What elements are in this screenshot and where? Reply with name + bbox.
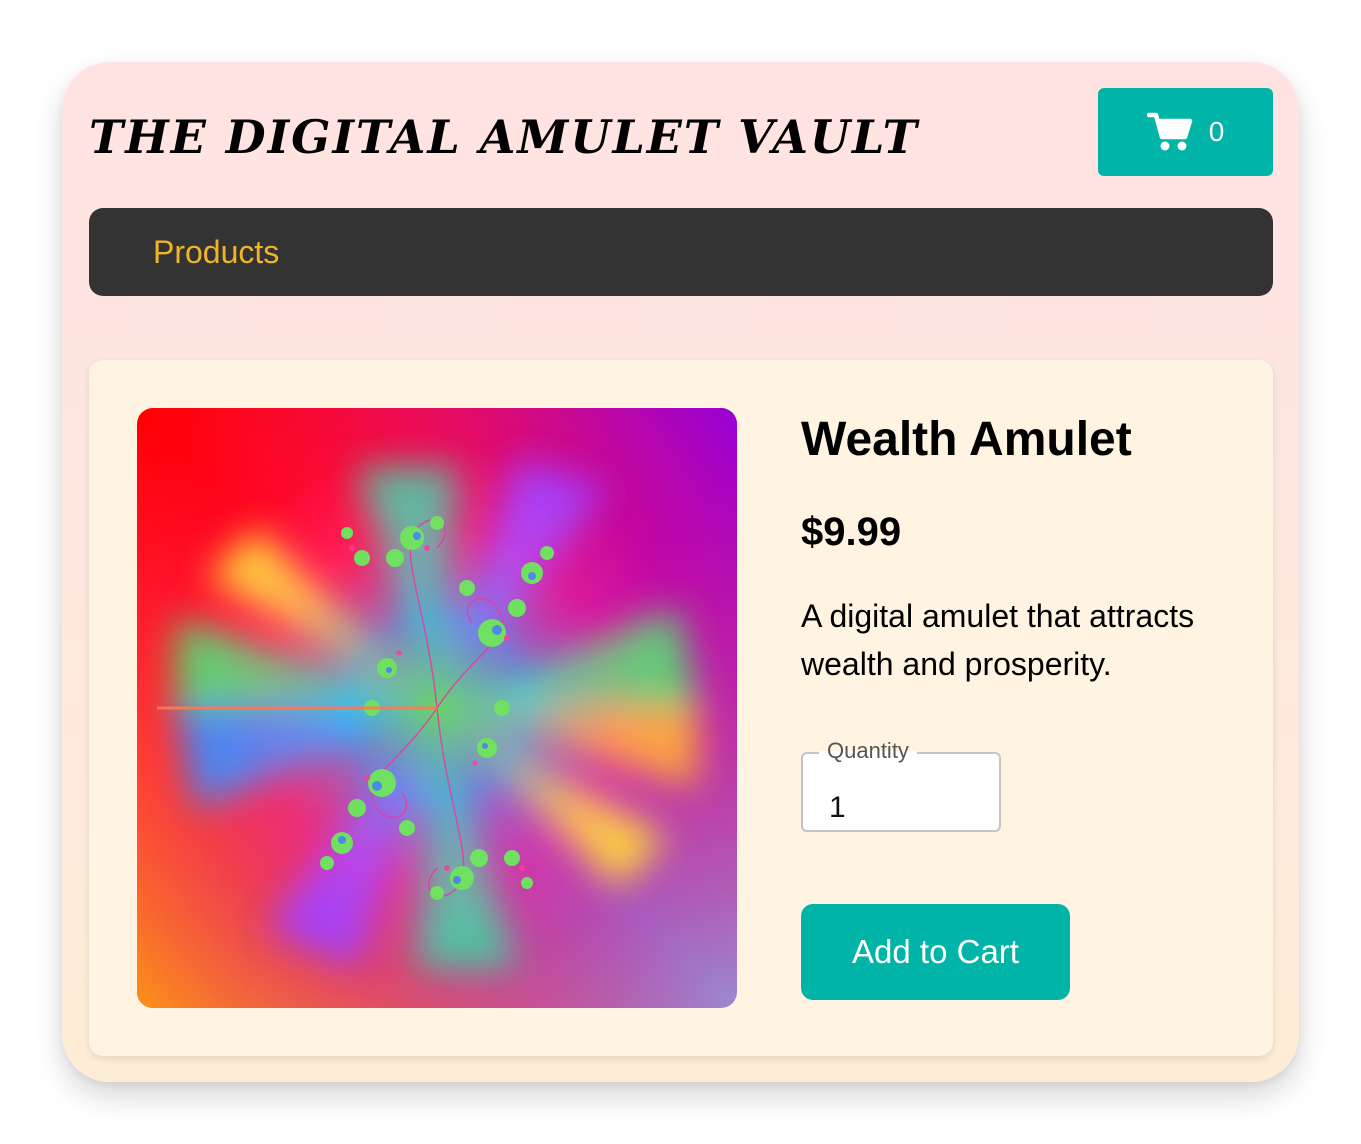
add-to-cart-button[interactable]: Add to Cart bbox=[801, 904, 1070, 1000]
nav-item-products[interactable]: Products bbox=[153, 208, 279, 296]
fractal-amulet-image bbox=[137, 408, 737, 1008]
quantity-input[interactable] bbox=[829, 784, 979, 832]
cart-button[interactable]: 0 bbox=[1098, 88, 1273, 176]
quantity-field: Quantity bbox=[801, 736, 1001, 832]
product-price: $9.99 bbox=[801, 510, 902, 554]
store-container: THE DIGITAL AMULET VAULT 0 Products Weal… bbox=[62, 62, 1299, 1082]
site-title: THE DIGITAL AMULET VAULT bbox=[89, 110, 919, 164]
product-card: Wealth Amulet $9.99 A digital amulet tha… bbox=[89, 360, 1273, 1056]
product-description: A digital amulet that attracts wealth an… bbox=[801, 598, 1195, 682]
product-name: Wealth Amulet bbox=[801, 413, 1132, 466]
cart-count: 0 bbox=[1208, 116, 1225, 147]
shopping-cart-icon bbox=[1146, 111, 1193, 153]
header: THE DIGITAL AMULET VAULT 0 bbox=[89, 88, 1273, 176]
nav-bar: Products bbox=[89, 208, 1273, 296]
product-image bbox=[137, 408, 737, 1008]
quantity-label: Quantity bbox=[819, 736, 917, 766]
